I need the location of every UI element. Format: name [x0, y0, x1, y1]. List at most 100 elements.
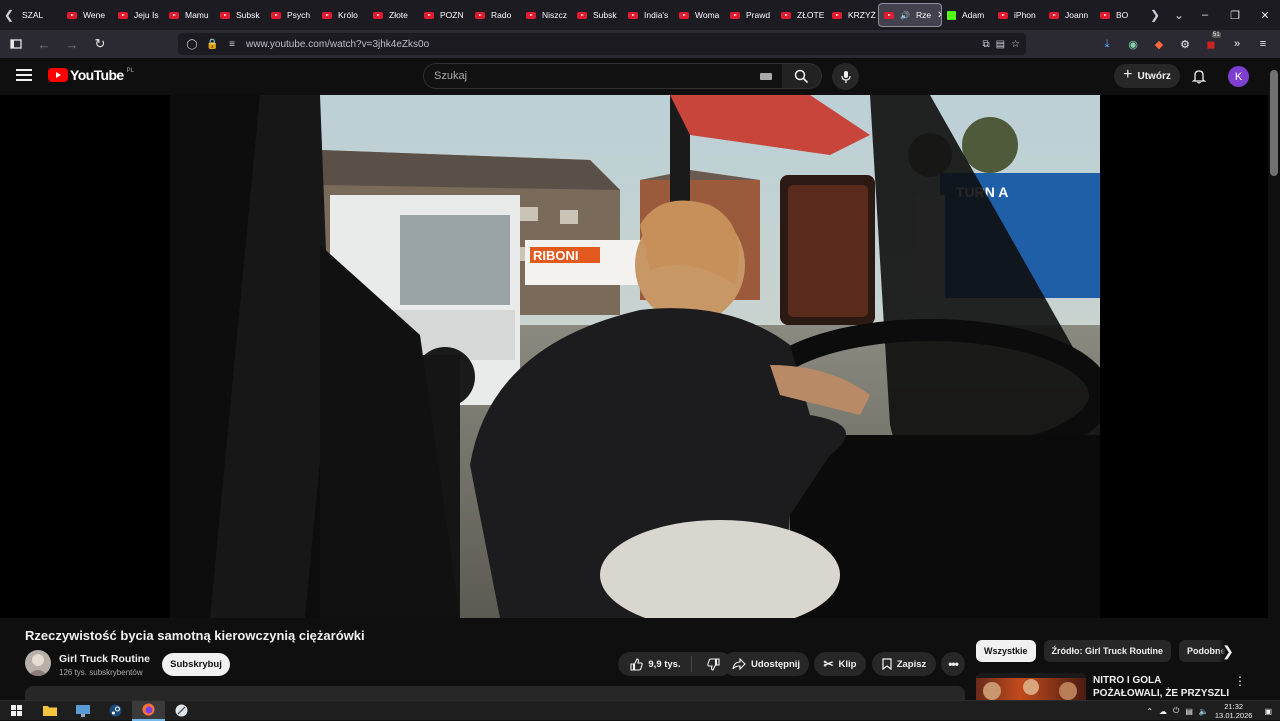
extensions-puzzle-icon[interactable]: ⚙	[1176, 35, 1194, 53]
extension-badge: 51	[1212, 32, 1221, 38]
voice-search-button[interactable]	[832, 63, 859, 90]
dislike-button[interactable]	[697, 657, 720, 671]
description-box[interactable]	[25, 686, 965, 700]
video-player[interactable]: RIBONI TURN A	[0, 95, 1268, 618]
browser-tab[interactable]: Adam	[942, 3, 993, 27]
browser-tab[interactable]: POZN	[419, 3, 470, 27]
browser-tab[interactable]: SZAL	[18, 3, 62, 27]
browser-tab[interactable]: Rado	[470, 3, 521, 27]
browser-tab[interactable]: Mamu	[164, 3, 215, 27]
search-input[interactable]: Szukaj	[423, 63, 783, 89]
chips-next-icon[interactable]: ❯	[1218, 640, 1238, 662]
fox-extension-icon[interactable]: ◆	[1150, 35, 1168, 53]
channel-avatar[interactable]	[25, 650, 51, 676]
browser-tab[interactable]: Joann	[1044, 3, 1095, 27]
browser-tab[interactable]: iPhon	[993, 3, 1044, 27]
tab-label: BO	[1116, 10, 1129, 20]
browser-tab[interactable]: Woma	[674, 3, 725, 27]
share-label: Udostępnij	[750, 658, 801, 670]
ublock-icon[interactable]: ◼ 51	[1202, 32, 1221, 53]
reader-view-icon[interactable]: ▤	[996, 39, 1005, 50]
browser-tab[interactable]: ZŁOTE	[776, 3, 827, 27]
search-button[interactable]	[782, 63, 822, 89]
youtube-favicon-icon	[679, 11, 689, 19]
usb-icon[interactable]: ⏻	[1173, 706, 1179, 716]
scrollbar-thumb[interactable]	[1270, 70, 1278, 176]
create-button[interactable]: + Utwórz	[1114, 64, 1180, 88]
reload-icon[interactable]: ↻	[88, 32, 112, 56]
browser-tab[interactable]: Jeju Is	[113, 3, 164, 27]
browser-tab[interactable]: Królo	[317, 3, 368, 27]
monitor-app-icon[interactable]	[66, 701, 99, 721]
browser-tab[interactable]: Złote	[368, 3, 419, 27]
restore-icon[interactable]: ❐	[1220, 0, 1250, 30]
site-permissions-icon[interactable]: ≡	[226, 39, 238, 50]
filter-chip[interactable]: Źródło: Girl Truck Routine	[1043, 640, 1172, 662]
trailer-logo-text: RIBONI	[533, 248, 579, 263]
kick-favicon-icon	[947, 10, 956, 20]
recommendation-thumbnail[interactable]	[976, 673, 1086, 700]
minimize-icon[interactable]: –	[1190, 0, 1220, 30]
close-window-icon[interactable]: ✕	[1250, 0, 1280, 30]
more-actions-button[interactable]: •••	[941, 652, 965, 676]
page-scrollbar[interactable]	[1268, 58, 1280, 700]
tab-label: KRZYŻ	[848, 10, 876, 20]
tab-label: Rze	[915, 10, 932, 20]
like-button[interactable]: 9,9 tys.	[630, 656, 692, 672]
tab-active[interactable]: 🔊Rze✕	[878, 3, 942, 27]
shield-icon[interactable]: ◯	[186, 39, 198, 50]
browser-tab[interactable]: Wene	[62, 3, 113, 27]
overflow-menu-icon[interactable]: »	[1228, 35, 1246, 53]
subscribe-button[interactable]: Subskrybuj	[162, 653, 230, 676]
clip-button[interactable]: ✂ Klip	[814, 652, 866, 676]
clock[interactable]: 21:32 13.01.2026	[1215, 702, 1253, 720]
filter-chip[interactable]: Wszystkie	[976, 640, 1036, 662]
channel-name[interactable]: Girl Truck Routine	[59, 653, 150, 665]
browser-tab[interactable]: Prawd	[725, 3, 776, 27]
volume-icon[interactable]: 🔈	[1199, 707, 1209, 716]
youtube-favicon-icon	[1100, 11, 1110, 19]
back-icon[interactable]: ←	[32, 32, 56, 56]
bookmark-star-icon[interactable]: ☆	[1011, 39, 1020, 50]
video-frame[interactable]: RIBONI TURN A	[170, 95, 1100, 618]
windows-start-icon[interactable]	[0, 701, 33, 721]
tab-audio-icon[interactable]: 🔊	[900, 11, 910, 20]
save-button[interactable]: Zapisz	[872, 652, 936, 676]
download-icon[interactable]: ⤓	[1098, 35, 1116, 53]
browser-tab[interactable]: Subsk	[572, 3, 623, 27]
keyboard-icon[interactable]	[760, 73, 772, 80]
youtube-favicon-icon	[577, 11, 587, 19]
share-button[interactable]: Udostępnij	[723, 652, 809, 676]
browser-tab[interactable]: BO	[1095, 3, 1146, 27]
youtube-favicon-icon	[832, 11, 842, 19]
account-avatar[interactable]: K	[1228, 66, 1249, 87]
tabs-scroll-right-icon[interactable]: ❯	[1146, 0, 1164, 30]
satellite-app-icon[interactable]	[165, 701, 198, 721]
tabs-scroll-left-icon[interactable]: ❮	[0, 0, 18, 30]
browser-tab[interactable]: Psych	[266, 3, 317, 27]
recommendation-menu-icon[interactable]: ⋮	[1234, 674, 1246, 688]
network-icon[interactable]: ▤	[1185, 707, 1193, 716]
notifications-icon[interactable]: ▣	[1264, 707, 1272, 716]
browser-tab[interactable]: KRZYŻ	[827, 3, 878, 27]
browser-navigation-bar: ← → ↻ ◯ 🔒 ≡ www.youtube.com/watch?v=3jhk…	[0, 30, 1280, 58]
notifications-bell-icon[interactable]	[1190, 67, 1208, 85]
lock-icon[interactable]: 🔒	[206, 39, 218, 50]
hamburger-menu-icon[interactable]: ≡	[1254, 35, 1272, 53]
guide-menu-icon[interactable]	[16, 69, 32, 81]
tray-chevron-icon[interactable]: ⌃	[1146, 707, 1153, 716]
browser-tab[interactable]: India's	[623, 3, 674, 27]
onedrive-icon[interactable]: ☁	[1159, 707, 1167, 716]
forward-icon[interactable]: →	[60, 32, 84, 56]
youtube-logo[interactable]: YouTube PL	[48, 67, 134, 83]
picture-in-picture-icon[interactable]: ⧉	[982, 39, 989, 50]
privacy-extension-icon[interactable]: ◉	[1124, 35, 1142, 53]
browser-tab[interactable]: Subsk	[215, 3, 266, 27]
sidebar-toggle-icon[interactable]	[4, 32, 28, 56]
url-text[interactable]: www.youtube.com/watch?v=3jhk4eZks0o	[246, 39, 429, 50]
file-explorer-icon[interactable]	[33, 701, 66, 721]
url-bar[interactable]: ◯ 🔒 ≡ www.youtube.com/watch?v=3jhk4eZks0…	[178, 33, 1026, 55]
steam-icon[interactable]	[99, 701, 132, 721]
browser-tab[interactable]: Niszcz	[521, 3, 572, 27]
firefox-taskbar-icon[interactable]	[132, 700, 165, 721]
